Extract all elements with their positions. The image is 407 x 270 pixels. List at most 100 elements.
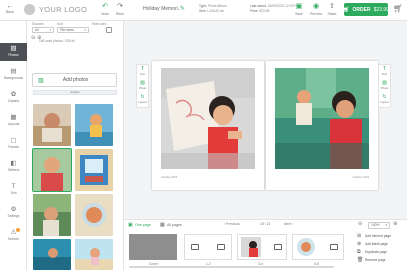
sort-label: Sort (57, 22, 63, 26)
back-button[interactable]: ← Back (3, 3, 17, 14)
tool-label: Text (139, 72, 146, 76)
page-caption: Holiday 2023 (352, 175, 369, 179)
all-pages-icon: ▦ (160, 222, 165, 228)
tab-one-page[interactable]: ▣ One page (126, 221, 151, 229)
sidebar-item-frames[interactable]: ▢ Frames (0, 135, 27, 153)
order-price: $23.99 (373, 6, 389, 13)
share-label: Share (327, 12, 337, 16)
notification-badge (16, 228, 20, 232)
sidebar-item-label: Frames (7, 145, 20, 149)
left-page[interactable]: Holiday 2023 (152, 61, 264, 190)
add-photo-tool[interactable]: ▨ Photo (137, 80, 148, 93)
sort-select[interactable]: File name ▾ (57, 27, 89, 33)
photo-thumbnail[interactable] (33, 239, 71, 270)
page-thumbnail-5-6[interactable] (292, 234, 344, 260)
photo-thumbnail[interactable] (75, 239, 113, 270)
photo-count: 148 used photos / 335 all (39, 39, 75, 43)
page-actions: ⊞ Add themed page ⊕ Add blank page ⧉ Dup… (356, 232, 406, 264)
layout-tool[interactable]: ↻ Layout (379, 94, 390, 107)
add-blank-page-button[interactable]: ⊕ Add blank page (356, 240, 406, 248)
logo-mark (24, 4, 35, 15)
tab-all-pages[interactable]: ▦ All pages (158, 221, 182, 229)
photos-panel: Sources Sort Hide used All ▾ File name ▾… (27, 21, 124, 270)
photo-placeholder-icon (274, 244, 282, 250)
sidebar-item-stickers[interactable]: ◧ Stickers (0, 158, 27, 176)
share-button[interactable]: ⇪ Share (326, 3, 338, 16)
sidebar-item-backgrounds[interactable]: ▤ Backgrounds (0, 66, 27, 84)
redo-label: Redo (115, 12, 125, 16)
sort-value: File name (60, 28, 74, 32)
add-text-tool[interactable]: T Text (379, 66, 390, 79)
save-button[interactable]: ▣ Save (293, 3, 305, 16)
photo-thumbnail[interactable] (75, 194, 113, 236)
share-icon: ⇪ (329, 3, 335, 10)
tool-label: Text (381, 72, 388, 76)
save-label: Save (295, 12, 303, 16)
page-thumbnail-3-4[interactable] (237, 234, 287, 260)
add-blank-icon: ⊕ (357, 241, 362, 247)
sidebar-item-settings[interactable]: ⚙ Settings (0, 204, 27, 222)
photo-thumbnail-selected[interactable] (32, 148, 72, 192)
left-sidebar: ▨ Photos ▤ Backgrounds ✿ Cliparts ▦ Layo… (0, 21, 27, 270)
pencil-icon[interactable]: ✎ (180, 5, 185, 12)
trash-icon: 🗑︎ (357, 257, 364, 263)
sidebar-item-label: Notices (8, 237, 19, 241)
sidebar-item-notices[interactable]: ⚠ Notices (0, 227, 27, 245)
folder-tab[interactable]: august (33, 90, 117, 95)
photo-thumbnail[interactable] (33, 194, 71, 236)
back-label: Back (6, 10, 14, 14)
sidebar-item-layouts[interactable]: ▦ Layouts (0, 112, 27, 130)
add-themed-page-button[interactable]: ⊞ Add themed page (356, 232, 406, 240)
zoom-out-icon[interactable]: ⊖ (358, 221, 363, 227)
right-page[interactable]: Holiday 2023 (266, 61, 378, 190)
sidebar-item-label: Stickers (7, 168, 20, 172)
previous-button[interactable]: ‹ Previous (224, 222, 240, 226)
undo-button[interactable]: ↶ Undo (99, 3, 111, 16)
page-strip-scrollbar[interactable] (129, 266, 334, 268)
project-name[interactable]: Holiday Memori... (143, 6, 182, 12)
photo-thumbnail[interactable] (33, 104, 71, 146)
layout-tool[interactable]: ↻ Layout (137, 94, 148, 107)
type-value: Photo Album (208, 4, 227, 8)
redo-button[interactable]: ↷ Redo (114, 3, 126, 16)
photo-image (33, 104, 71, 146)
source-value: All (35, 28, 39, 32)
cart-small-icon: 🛒︎ (343, 6, 350, 13)
tool-label: Photo (138, 86, 147, 90)
photo-image (75, 104, 113, 146)
photo-thumbnail[interactable] (75, 149, 113, 191)
photo-image (75, 149, 113, 191)
previous-label: Previous (226, 222, 240, 226)
zoom-out-icon[interactable]: ⊖ (31, 35, 36, 41)
duplicate-page-button[interactable]: ⧉ Duplicate page (356, 248, 406, 256)
order-button[interactable]: 🛒︎ ORDER $23.99 (343, 3, 389, 16)
page-thumbnail-1-2[interactable] (184, 234, 232, 260)
sidebar-item-photos[interactable]: ▨ Photos (0, 43, 27, 61)
page-caption: Holiday 2023 (161, 175, 178, 179)
type-label: Type: (199, 4, 208, 8)
photo-thumbnail[interactable] (75, 104, 113, 146)
sidebar-item-cliparts[interactable]: ✿ Cliparts (0, 89, 27, 107)
sidebar-item-label: Text (10, 191, 17, 195)
zoom-in-icon[interactable]: ⊕ (393, 221, 398, 227)
add-photos-button[interactable]: ▨ Add photos (32, 73, 117, 87)
page-thumbnail-cover[interactable] (129, 234, 177, 260)
next-button[interactable]: Next › (284, 222, 293, 226)
undo-label: Undo (100, 12, 110, 16)
zoom-select[interactable]: 100% ▾ (368, 222, 390, 229)
cart-icon[interactable]: 🛒︎ (393, 4, 403, 13)
add-photo-tool[interactable]: ▨ Photo (379, 80, 390, 93)
left-page-tools: T Text ▨ Photo ↻ Layout (136, 64, 149, 108)
tool-label: Layout (138, 100, 147, 104)
right-page-photo[interactable] (266, 61, 378, 190)
preview-button[interactable]: ◉ Preview (308, 3, 324, 16)
action-label: Add blank page (365, 242, 388, 246)
action-label: Remove page (365, 258, 386, 262)
add-text-tool[interactable]: T Text (137, 66, 148, 79)
sidebar-item-text[interactable]: T Text (0, 181, 27, 199)
left-page-photo[interactable] (152, 61, 264, 190)
remove-page-button[interactable]: 🗑︎ Remove page (356, 256, 406, 264)
settings-icon: ⚙ (10, 206, 17, 213)
source-select[interactable]: All ▾ (32, 27, 54, 33)
hide-used-checkbox[interactable] (106, 27, 112, 33)
